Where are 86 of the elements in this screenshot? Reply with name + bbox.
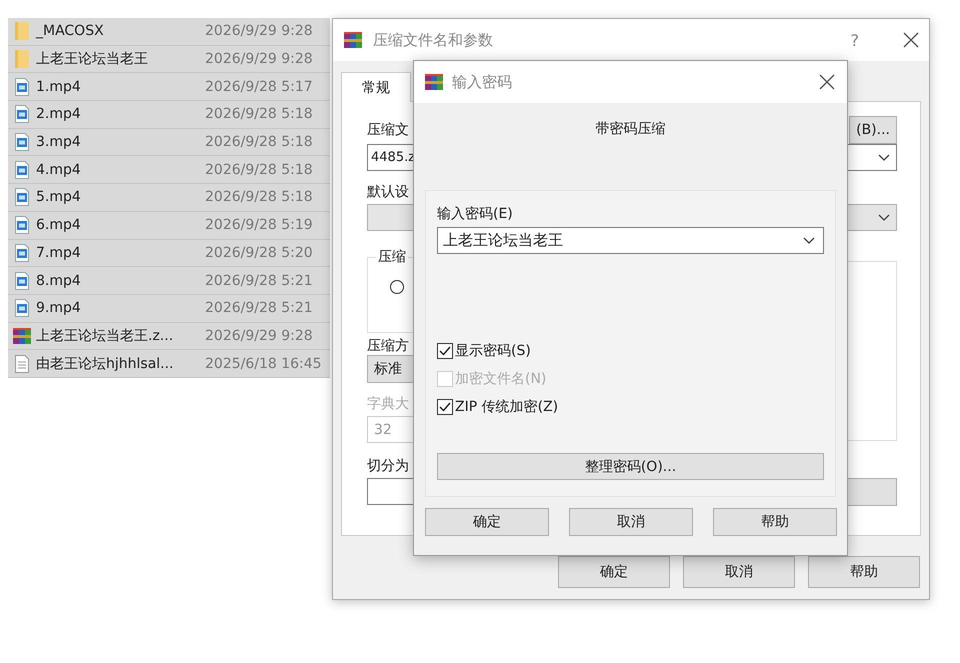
file-name: 由老王论坛hjhhlsal... bbox=[36, 354, 175, 373]
text-file-icon bbox=[15, 354, 29, 373]
file-row[interactable]: _MACOSX 2026/9/29 9:28 bbox=[8, 18, 330, 46]
checkbox-label: 显示密码(S) bbox=[455, 342, 531, 360]
video-file-icon bbox=[15, 105, 29, 124]
file-name: 6.mp4 bbox=[36, 217, 82, 234]
window-title: 压缩文件名和参数 bbox=[373, 30, 494, 50]
organize-button[interactable]: 整理密码(O)... bbox=[437, 453, 824, 480]
radio-button[interactable] bbox=[390, 280, 404, 294]
group-label: 压缩 bbox=[376, 248, 408, 266]
file-date: 2026/9/28 5:18 bbox=[205, 106, 314, 122]
file-date: 2026/9/28 5:19 bbox=[205, 217, 314, 234]
field-label: 默认设 bbox=[367, 183, 409, 201]
file-row[interactable]: 5.mp4 2026/9/28 5:18 bbox=[8, 184, 330, 212]
file-name: 上老王论坛当老王.z... bbox=[36, 326, 174, 345]
help-glyph[interactable]: ? bbox=[850, 30, 859, 50]
dialog-button[interactable]: 取消 bbox=[683, 556, 795, 588]
file-date: 2026/9/29 9:28 bbox=[205, 328, 314, 344]
password-field[interactable]: 上老王论坛当老王 bbox=[437, 227, 824, 254]
file-name: 1.mp4 bbox=[36, 78, 82, 95]
file-name: 上老王论坛当老王 bbox=[36, 50, 149, 68]
field-label: 输入密码(E) bbox=[437, 205, 513, 223]
video-file-icon bbox=[15, 160, 29, 179]
file-date: 2026/9/28 5:17 bbox=[205, 78, 314, 95]
close-icon[interactable] bbox=[903, 32, 919, 48]
file-name: 3.mp4 bbox=[36, 134, 82, 150]
field-label: 压缩文 bbox=[367, 121, 409, 139]
field-label: 压缩方 bbox=[367, 337, 409, 355]
file-date: 2026/9/28 5:20 bbox=[205, 244, 314, 261]
file-date: 2026/9/28 5:21 bbox=[205, 300, 314, 316]
file-row[interactable]: 上老王论坛当老王 2026/9/29 9:28 bbox=[8, 46, 330, 74]
dialog-button[interactable]: 帮助 bbox=[713, 508, 837, 536]
close-icon[interactable] bbox=[819, 74, 835, 90]
file-row[interactable]: 上老王论坛当老王.z... 2026/9/29 9:28 bbox=[8, 322, 330, 350]
folder-icon bbox=[15, 50, 29, 68]
file-date: 2026/9/28 5:18 bbox=[205, 189, 314, 206]
archive-icon bbox=[12, 326, 32, 346]
dialog-button[interactable]: 取消 bbox=[569, 508, 693, 536]
video-file-icon bbox=[15, 272, 29, 290]
file-date: 2026/9/29 9:28 bbox=[205, 51, 314, 68]
file-row[interactable]: 9.mp4 2026/9/28 5:21 bbox=[8, 294, 330, 323]
checkbox[interactable] bbox=[437, 399, 453, 415]
file-row[interactable]: 3.mp4 2026/9/28 5:18 bbox=[8, 128, 330, 156]
checkbox-label: ZIP 传统加密(Z) bbox=[455, 398, 558, 416]
checkbox[interactable] bbox=[437, 343, 453, 359]
video-file-icon bbox=[15, 216, 29, 234]
video-file-icon bbox=[15, 133, 29, 152]
field-label: 切分为 bbox=[367, 457, 409, 475]
file-row[interactable]: 1.mp4 2026/9/28 5:17 bbox=[8, 73, 330, 102]
dialog-button[interactable]: 帮助 bbox=[808, 556, 920, 588]
video-file-icon bbox=[15, 188, 29, 206]
dialog-button[interactable]: 确定 bbox=[425, 508, 549, 536]
folder-icon bbox=[15, 22, 29, 40]
books-icon bbox=[343, 30, 363, 50]
file-row[interactable]: 6.mp4 2026/9/28 5:19 bbox=[8, 212, 330, 240]
field-label: 字典大 bbox=[367, 395, 409, 413]
video-file-icon bbox=[15, 244, 29, 262]
file-date: 2026/9/28 5:21 bbox=[205, 272, 314, 289]
file-row[interactable]: 2.mp4 2026/9/28 5:18 bbox=[8, 101, 330, 129]
file-date: 2025/6/18 16:45 bbox=[205, 356, 323, 372]
chevron-down-icon[interactable] bbox=[803, 236, 815, 244]
file-name: _MACOSX bbox=[36, 23, 105, 40]
dialog-heading: 带密码压缩 bbox=[594, 120, 666, 139]
file-name: 2.mp4 bbox=[36, 106, 82, 122]
video-file-icon bbox=[15, 78, 29, 96]
dialog-button[interactable]: 确定 bbox=[558, 556, 670, 588]
browse-button[interactable]: (B)... bbox=[849, 116, 897, 144]
file-name: 5.mp4 bbox=[36, 189, 82, 206]
books-icon bbox=[424, 72, 444, 92]
window-title: 输入密码 bbox=[452, 72, 513, 92]
file-row[interactable]: 4.mp4 2026/9/28 5:18 bbox=[8, 156, 330, 184]
tab[interactable]: 常规 bbox=[341, 72, 411, 102]
file-name: 9.mp4 bbox=[36, 300, 82, 316]
file-date: 2026/9/28 5:18 bbox=[205, 162, 314, 178]
file-name: 4.mp4 bbox=[36, 162, 82, 178]
file-row[interactable]: 8.mp4 2026/9/28 5:21 bbox=[8, 267, 330, 295]
file-row[interactable]: 由老王论坛hjhhlsal... 2025/6/18 16:45 bbox=[8, 350, 330, 378]
file-row[interactable]: 7.mp4 2026/9/28 5:20 bbox=[8, 240, 330, 268]
checkbox-label: 加密文件名(N) bbox=[455, 370, 546, 388]
chevron-down-icon[interactable] bbox=[878, 154, 890, 162]
file-name: 7.mp4 bbox=[36, 244, 82, 261]
video-file-icon bbox=[15, 299, 29, 318]
file-name: 8.mp4 bbox=[36, 272, 82, 289]
file-date: 2026/9/28 5:18 bbox=[205, 134, 314, 150]
chevron-down-icon[interactable] bbox=[878, 214, 890, 222]
file-date: 2026/9/29 9:28 bbox=[205, 23, 314, 40]
